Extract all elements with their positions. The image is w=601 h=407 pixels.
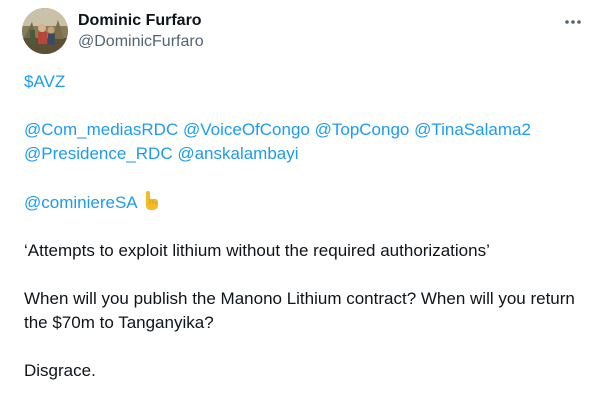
tweet-text: $AVZ @Com_mediasRDC @VoiceOfCongo @TopCo… xyxy=(24,70,584,383)
mention-link[interactable]: @anskalambayi xyxy=(177,144,298,163)
profile-photo-icon xyxy=(22,8,68,54)
tweet-card: Dominic Furfaro @DominicFurfaro $AVZ @Co… xyxy=(0,0,601,407)
mention-link[interactable]: @TopCongo xyxy=(315,120,410,139)
mention-link[interactable]: @Presidence_RDC xyxy=(24,144,173,163)
more-options-button[interactable] xyxy=(556,8,590,36)
cominiere-paragraph: @cominiereSA xyxy=(24,190,584,215)
avatar[interactable] xyxy=(22,8,68,54)
author-handle[interactable]: @DominicFurfaro xyxy=(78,32,204,52)
mention-link[interactable]: @cominiereSA xyxy=(24,193,138,212)
cashtag-paragraph: $AVZ xyxy=(24,70,584,94)
question-paragraph: When will you publish the Manono Lithium… xyxy=(24,289,575,332)
mention-link[interactable]: @Com_mediasRDC xyxy=(24,120,178,139)
backhand-index-pointing-down-icon xyxy=(141,190,161,212)
mention-link[interactable]: @TinaSalama2 xyxy=(414,120,531,139)
mention-link[interactable]: @VoiceOfCongo xyxy=(183,120,310,139)
author-block: Dominic Furfaro @DominicFurfaro xyxy=(78,11,204,52)
mentions-paragraph: @Com_mediasRDC @VoiceOfCongo @TopCongo @… xyxy=(24,118,584,166)
quote-paragraph: ‘Attempts to exploit lithium without the… xyxy=(24,241,490,260)
cashtag-link[interactable]: $AVZ xyxy=(24,72,65,91)
author-display-name[interactable]: Dominic Furfaro xyxy=(78,11,204,31)
closing-paragraph: Disgrace. xyxy=(24,361,96,380)
more-horizontal-icon xyxy=(565,20,581,24)
